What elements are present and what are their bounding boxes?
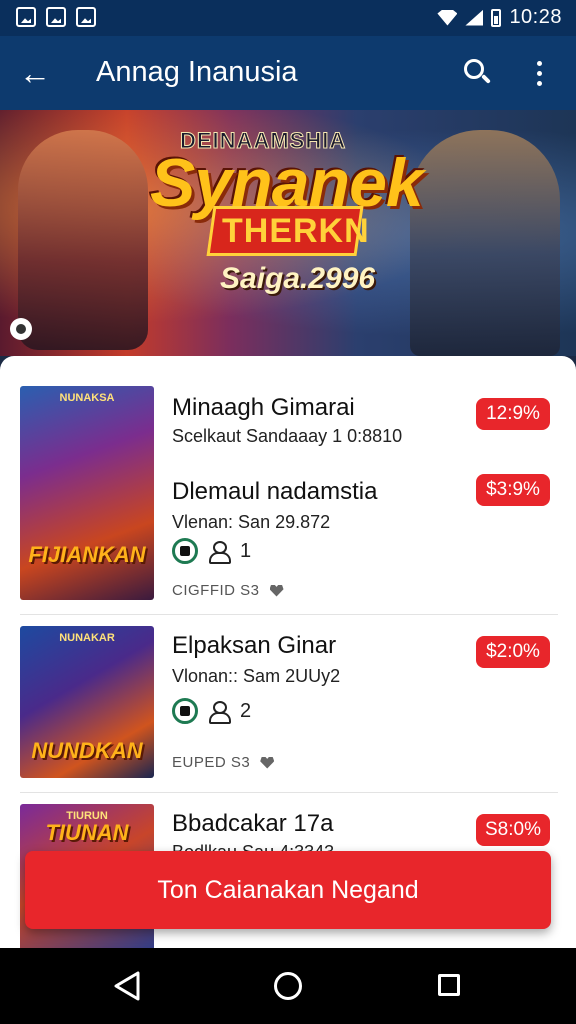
rating-icon [172, 698, 198, 724]
list-item[interactable]: NUNAKAR NUNDKAN Elpaksan Ginar Vlonan:: … [0, 614, 576, 792]
play-icon[interactable] [10, 318, 32, 340]
hero-banner[interactable]: DEINAAMSHIA Synanek THERKN Saiga.2996 [0, 110, 576, 356]
cover-title: TIUNAN [45, 820, 129, 845]
people-icon [208, 700, 231, 724]
game-cover-image[interactable]: NUNAKSA FIJIANKAN [20, 386, 154, 600]
footer-text: CIGFFID S3 [172, 582, 260, 599]
footer-row: CIGFFID S3 [172, 582, 284, 599]
meta-row: 1 [172, 538, 251, 564]
notification-icon [76, 7, 96, 27]
status-bar: 10:28 [0, 0, 576, 36]
meta-row: 2 [172, 698, 251, 724]
search-icon[interactable] [460, 56, 494, 90]
heart-icon[interactable] [269, 584, 284, 597]
cover-label: NUNAKAR [59, 632, 115, 644]
price-badge[interactable]: 12:9% [476, 398, 550, 430]
status-time: 10:28 [509, 6, 562, 28]
heart-icon[interactable] [260, 756, 275, 769]
back-arrow-icon[interactable]: ← [18, 56, 52, 90]
system-nav-bar [0, 948, 576, 1024]
rating-icon [172, 538, 198, 564]
price-secondary-text: $3:9% [486, 479, 540, 500]
price-badge-secondary[interactable]: $3:9% [476, 474, 550, 506]
battery-icon [491, 8, 502, 27]
price-badge[interactable]: S8:0% [476, 814, 550, 846]
player-count: 2 [240, 699, 252, 722]
page-title: Annag Inanusia [96, 56, 298, 88]
nav-home-icon[interactable] [274, 972, 302, 1000]
item-title: Elpaksan Ginar [172, 632, 337, 659]
cover-title: NUNDKAN [31, 738, 143, 763]
primary-action-button[interactable]: Ton Caianakan Negand [25, 851, 551, 929]
nav-recents-icon[interactable] [438, 974, 460, 996]
footer-text: EUPED S3 [172, 754, 251, 771]
item-subtitle: Scelkaut Sandaaay 1 0:8810 [172, 426, 403, 446]
gallery-icon [16, 7, 36, 27]
item-title: Minaagh Gimarai [172, 394, 355, 421]
wifi-icon [437, 9, 458, 26]
footer-row: EUPED S3 [172, 754, 275, 771]
game-cover-image[interactable]: NUNAKAR NUNDKAN [20, 626, 154, 778]
signal-icon [465, 9, 484, 26]
hero-ribbon-text: THERKN [222, 212, 370, 250]
hero-character-right [410, 130, 560, 356]
price-badge[interactable]: $2:0% [476, 636, 550, 668]
item-subtitle: Vlonan:: Sam 2UUy2 [172, 666, 341, 686]
status-system-icons: 10:28 [437, 6, 562, 29]
list-item[interactable]: NUNAKSA FIJIANKAN Minaagh Gimarai Scelka… [0, 356, 576, 614]
hero-character-left [18, 130, 148, 350]
item-secondary-title: Dlemaul nadamstia [172, 478, 378, 505]
nav-back-icon[interactable] [112, 970, 142, 1002]
more-vertical-icon[interactable] [528, 56, 550, 90]
status-notification-icons [16, 7, 96, 27]
item-title: Bbadcakar 17a [172, 810, 334, 837]
cover-title: FIJIANKAN [28, 542, 146, 567]
app-bar: ← Annag Inanusia [0, 36, 576, 110]
cover-label: NUNAKSA [59, 392, 115, 404]
player-count: 1 [240, 539, 252, 562]
item-secondary-subtitle: Vlenan: San 29.872 [172, 512, 331, 532]
image-icon [46, 7, 66, 27]
people-icon [208, 540, 231, 564]
hero-subtitle: Saiga.2996 [220, 262, 376, 295]
